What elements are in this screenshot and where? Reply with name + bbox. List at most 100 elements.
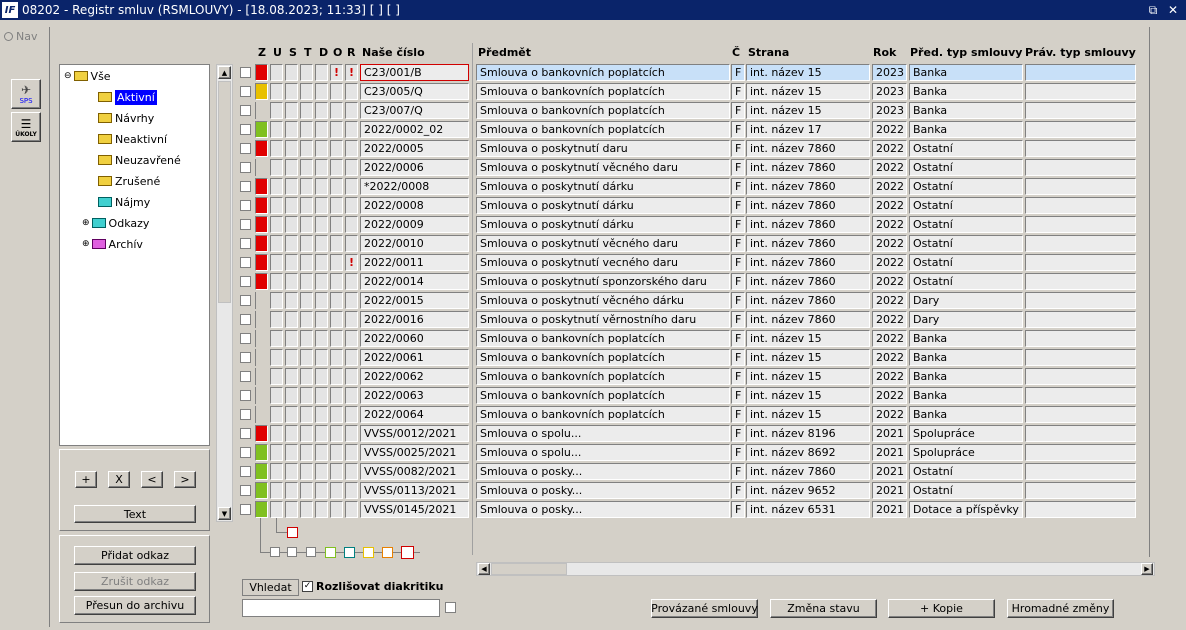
cell-prav-typ[interactable] [1025,273,1136,290]
cell-predmet[interactable]: Smlouva o poskytnutí věcného daru [476,159,730,176]
cell-predmet[interactable]: Smlouva o bankovních poplatcích [476,387,730,404]
tree-right-button[interactable]: > [174,471,196,488]
row-checkbox[interactable] [240,409,251,420]
cell-prav-typ[interactable] [1025,292,1136,309]
cell-cislo[interactable]: C23/005/Q [360,83,469,100]
cell-rok[interactable]: 2022 [872,387,907,404]
tree-item-archiv[interactable]: ⊕ Archív [82,235,143,253]
cell-pred-typ[interactable]: Ostatní [909,482,1023,499]
cell-rok[interactable]: 2023 [872,64,907,81]
cell-predmet[interactable]: Smlouva o poskytnutí věcného dárku [476,292,730,309]
cell-c[interactable]: F [731,64,745,81]
col-header-prav-typ[interactable]: Práv. typ smlouvy [1025,46,1136,59]
row-checkbox[interactable] [240,200,251,211]
cell-pred-typ[interactable]: Ostatní [909,463,1023,480]
cell-strana[interactable]: int. název 7860 [746,292,870,309]
row-checkbox[interactable] [240,257,251,268]
cell-c[interactable]: F [731,482,745,499]
cell-rok[interactable]: 2021 [872,444,907,461]
cell-predmet[interactable]: Smlouva o spolu... [476,425,730,442]
scroll-thumb[interactable] [218,81,231,303]
cell-strana[interactable]: int. název 15 [746,330,870,347]
cell-strana[interactable]: int. název 15 [746,368,870,385]
cell-cislo[interactable]: VVSS/0145/2021 [360,501,469,518]
cell-c[interactable]: F [731,444,745,461]
cell-rok[interactable]: 2022 [872,292,907,309]
cell-cislo[interactable]: 2022/0016 [360,311,469,328]
cell-pred-typ[interactable]: Dotace a příspěvky [909,501,1023,518]
vertical-scrollbar[interactable]: ▲ ▼ [216,64,233,522]
cell-pred-typ[interactable]: Banka [909,64,1023,81]
cell-rok[interactable]: 2022 [872,178,907,195]
cell-prav-typ[interactable] [1025,311,1136,328]
cell-strana[interactable]: int. název 8196 [746,425,870,442]
cell-pred-typ[interactable]: Banka [909,121,1023,138]
cell-pred-typ[interactable]: Ostatní [909,140,1023,157]
cell-predmet[interactable]: Smlouva o bankovních poplatcích [476,121,730,138]
cell-predmet[interactable]: Smlouva o poskytnutí věcného daru [476,235,730,252]
search-button[interactable]: Vhledat [242,579,299,596]
cell-c[interactable]: F [731,197,745,214]
cell-strana[interactable]: int. název 15 [746,349,870,366]
cell-cislo[interactable]: 2022/0014 [360,273,469,290]
restore-icon[interactable]: ⧉ [1146,3,1160,18]
cell-pred-typ[interactable]: Banka [909,368,1023,385]
cell-rok[interactable]: 2022 [872,197,907,214]
cell-pred-typ[interactable]: Ostatní [909,235,1023,252]
cell-predmet[interactable]: Smlouva o poskytnutí věrnostního daru [476,311,730,328]
cell-pred-typ[interactable]: Banka [909,406,1023,423]
row-checkbox[interactable] [240,466,251,477]
cell-pred-typ[interactable]: Dary [909,292,1023,309]
cell-rok[interactable]: 2022 [872,216,907,233]
cell-cislo[interactable]: VVSS/0113/2021 [360,482,469,499]
tree-item-navrhy[interactable]: Návrhy [98,109,154,127]
cell-c[interactable]: F [731,463,745,480]
cell-strana[interactable]: int. název 15 [746,64,870,81]
cell-strana[interactable]: int. název 7860 [746,216,870,233]
cell-pred-typ[interactable]: Banka [909,387,1023,404]
cell-predmet[interactable]: Smlouva o poskytnutí dárku [476,178,730,195]
cell-pred-typ[interactable]: Ostatní [909,216,1023,233]
row-checkbox[interactable] [240,352,251,363]
cell-cislo[interactable]: VVSS/0012/2021 [360,425,469,442]
move-to-archive-button[interactable]: Přesun do archivu [74,596,196,615]
cell-predmet[interactable]: Smlouva o bankovních poplatcích [476,406,730,423]
cell-prav-typ[interactable] [1025,254,1136,271]
close-icon[interactable]: ✕ [1166,3,1180,17]
cell-predmet[interactable]: Smlouva o bankovních poplatcích [476,368,730,385]
cell-strana[interactable]: int. název 7860 [746,178,870,195]
copy-button[interactable]: + Kopie [888,599,995,618]
cell-cislo[interactable]: 2022/0010 [360,235,469,252]
change-state-button[interactable]: Změna stavu [770,599,877,618]
row-checkbox[interactable] [240,124,251,135]
cell-rok[interactable]: 2022 [872,235,907,252]
cell-prav-typ[interactable] [1025,501,1136,518]
cell-c[interactable]: F [731,330,745,347]
cell-strana[interactable]: int. název 15 [746,102,870,119]
cell-predmet[interactable]: Smlouva o posky... [476,463,730,480]
row-checkbox[interactable] [240,86,251,97]
cell-rok[interactable]: 2022 [872,273,907,290]
tree-item-zrusene[interactable]: Zrušené [98,172,160,190]
cell-pred-typ[interactable]: Ostatní [909,254,1023,271]
cell-predmet[interactable]: Smlouva o bankovních poplatcích [476,330,730,347]
cell-strana[interactable]: int. název 7860 [746,254,870,271]
cell-cislo[interactable]: 2022/0061 [360,349,469,366]
cell-c[interactable]: F [731,368,745,385]
cell-rok[interactable]: 2022 [872,311,907,328]
cell-pred-typ[interactable]: Banka [909,83,1023,100]
cell-c[interactable]: F [731,349,745,366]
cell-predmet[interactable]: Smlouva o bankovních poplatcích [476,83,730,100]
row-checkbox[interactable] [240,162,251,173]
row-checkbox[interactable] [240,295,251,306]
cell-predmet[interactable]: Smlouva o poskytnutí sponzorského daru [476,273,730,290]
cell-c[interactable]: F [731,292,745,309]
cell-prav-typ[interactable] [1025,216,1136,233]
search-input[interactable] [242,599,440,617]
scroll-down-icon[interactable]: ▼ [218,507,231,520]
col-header-pred-typ[interactable]: Před. typ smlouvy [910,46,1022,59]
cell-c[interactable]: F [731,159,745,176]
cell-cislo[interactable]: C23/001/B [360,64,469,81]
cell-prav-typ[interactable] [1025,330,1136,347]
col-header-strana[interactable]: Strana [748,46,789,59]
